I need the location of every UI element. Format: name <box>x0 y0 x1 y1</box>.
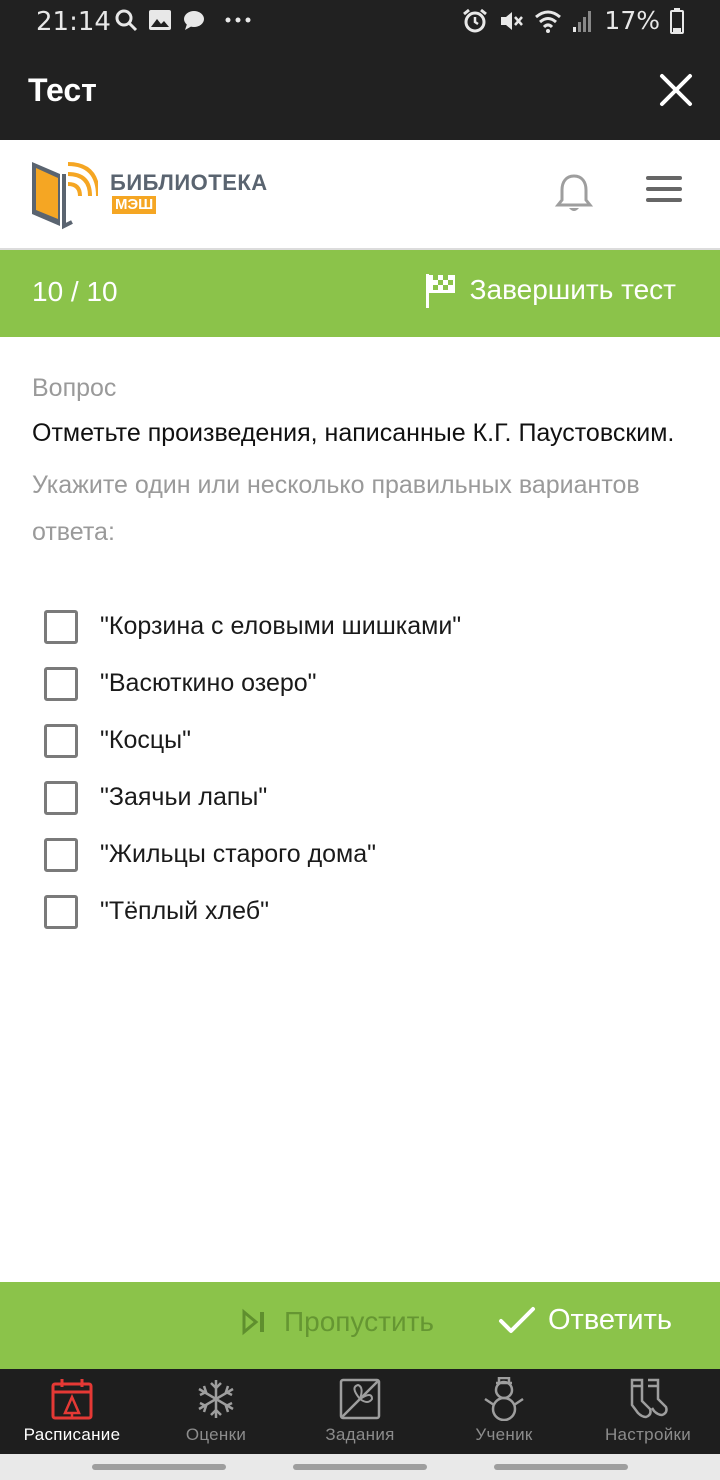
status-bar: 21:14 17% <box>0 0 720 42</box>
nav-label: Расписание <box>23 1425 121 1444</box>
snowman-icon <box>484 1377 524 1421</box>
more-dots-icon <box>225 17 251 23</box>
nav-item-assignments[interactable]: Задания <box>288 1369 432 1454</box>
signal-icon <box>573 10 592 32</box>
test-progress-bar: 10 / 10 Завершить тест <box>0 250 720 337</box>
gesture-pill[interactable] <box>293 1464 427 1470</box>
system-gesture-bar <box>0 1454 720 1480</box>
question-text: Отметьте произведения, написанные К.Г. П… <box>32 419 675 447</box>
option-checkbox[interactable] <box>44 666 78 701</box>
answer-option[interactable]: "Васюткино озеро" <box>44 655 461 712</box>
nav-item-schedule[interactable]: Расписание <box>0 1369 144 1454</box>
answer-label: Ответить <box>548 1304 672 1336</box>
snowflake-icon <box>198 1380 234 1418</box>
option-label: "Заячьи лапы" <box>100 783 268 811</box>
answer-option[interactable]: "Косцы" <box>44 712 461 769</box>
question-hint: Укажите один или несколько правильных ва… <box>32 471 640 546</box>
skip-icon <box>242 1308 264 1336</box>
menu-line <box>646 187 682 191</box>
socks-icon <box>630 1378 668 1419</box>
question-counter: 10 / 10 <box>32 276 118 307</box>
nav-item-settings[interactable]: Настройки <box>576 1369 720 1454</box>
nav-item-student[interactable]: Ученик <box>432 1369 576 1454</box>
gift-icon <box>339 1378 381 1420</box>
finish-test-label: Завершить тест <box>469 274 676 305</box>
battery-icon <box>670 7 684 34</box>
gesture-pill[interactable] <box>92 1464 226 1470</box>
close-icon <box>660 74 692 106</box>
option-checkbox[interactable] <box>44 609 78 644</box>
status-left-icons <box>114 8 254 32</box>
answer-option[interactable]: "Корзина с еловыми шишками" <box>44 598 461 655</box>
option-checkbox[interactable] <box>44 894 78 929</box>
skip-button[interactable]: Пропустить <box>240 1306 434 1338</box>
calendar-icon <box>51 1379 93 1420</box>
nav-label: Настройки <box>604 1425 692 1444</box>
option-checkbox[interactable] <box>44 780 78 815</box>
bell-icon <box>554 174 594 211</box>
menu-line <box>646 176 682 180</box>
option-label: "Косцы" <box>100 726 192 754</box>
library-logo-icon[interactable] <box>28 156 98 232</box>
option-label: "Тёплый хлеб" <box>100 897 269 925</box>
menu-line <box>646 198 682 202</box>
action-bar: Пропустить Ответить <box>0 1282 720 1369</box>
image-icon <box>149 10 171 30</box>
question-block: Вопрос Отметьте произведения, написанные… <box>32 374 692 556</box>
alarm-icon <box>463 8 488 32</box>
question-label: Вопрос <box>32 374 117 402</box>
answer-option[interactable]: "Заячьи лапы" <box>44 769 461 826</box>
search-icon <box>115 9 138 32</box>
nav-label: Оценки <box>185 1425 247 1444</box>
status-right-icons: 17% <box>462 6 684 35</box>
answer-option[interactable]: "Тёплый хлеб" <box>44 883 461 940</box>
bottom-navigation: Расписание Оценки Задания Ученик Настрой… <box>0 1369 720 1454</box>
status-time: 21:14 <box>36 7 111 37</box>
option-checkbox[interactable] <box>44 723 78 758</box>
brand-name: БИБЛИОТЕКА <box>110 170 268 195</box>
option-label: "Корзина с еловыми шишками" <box>100 612 462 640</box>
checkmark-icon <box>499 1306 535 1333</box>
option-label: "Жильцы старого дома" <box>100 840 377 868</box>
finish-test-button[interactable]: Завершить тест <box>424 272 676 308</box>
notifications-button[interactable] <box>552 172 596 216</box>
hamburger-menu-button[interactable] <box>646 176 690 212</box>
app-bar: Тест <box>0 42 720 140</box>
wifi-icon <box>535 10 562 33</box>
option-checkbox[interactable] <box>44 837 78 872</box>
brand-header: БИБЛИОТЕКА МЭШ <box>0 140 720 250</box>
gesture-pill[interactable] <box>494 1464 628 1470</box>
nav-item-grades[interactable]: Оценки <box>144 1369 288 1454</box>
mute-icon <box>501 11 524 30</box>
option-label: "Васюткино озеро" <box>100 669 317 697</box>
answer-options: "Корзина с еловыми шишками" "Васюткино о… <box>44 598 461 940</box>
skip-label: Пропустить <box>284 1306 434 1337</box>
answer-button[interactable]: Ответить <box>498 1304 672 1337</box>
brand-subtitle: МЭШ <box>112 196 157 214</box>
battery-percent: 17% <box>604 6 660 35</box>
close-button[interactable] <box>654 68 698 112</box>
nav-label: Задания <box>325 1425 395 1444</box>
chat-icon <box>184 11 204 30</box>
nav-label: Ученик <box>475 1425 533 1444</box>
checkered-flag-icon <box>425 274 455 308</box>
answer-option[interactable]: "Жильцы старого дома" <box>44 826 461 883</box>
page-title: Тест <box>28 72 97 108</box>
